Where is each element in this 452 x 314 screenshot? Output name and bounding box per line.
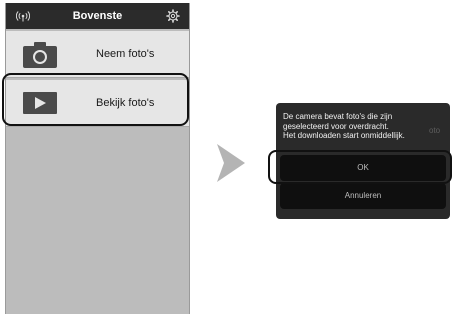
phone-screen: Bovenste Neem foto's Bekijk foto's: [5, 3, 190, 314]
selection-highlight: [2, 73, 189, 126]
cancel-button[interactable]: Annuleren: [280, 183, 446, 209]
dialog-message-line: geselecteerd voor overdracht.: [283, 121, 389, 131]
arrow-right-icon: [217, 144, 245, 182]
page-title: Bovenste: [72, 10, 123, 22]
menu-item-take-photos[interactable]: Neem foto's: [6, 31, 189, 78]
camera-icon: [23, 42, 57, 68]
dialog-message-line: Het downloaden start onmiddellijk.: [283, 131, 405, 140]
menu-item-label: Neem foto's: [96, 48, 155, 60]
top-bar: Bovenste: [6, 3, 189, 29]
ok-highlight: [268, 150, 452, 184]
gear-icon[interactable]: [166, 9, 180, 23]
dialog-message: De camera bevat foto's die zijn geselect…: [283, 112, 445, 141]
dialog-message-line: De camera bevat foto's die zijn: [283, 112, 393, 121]
